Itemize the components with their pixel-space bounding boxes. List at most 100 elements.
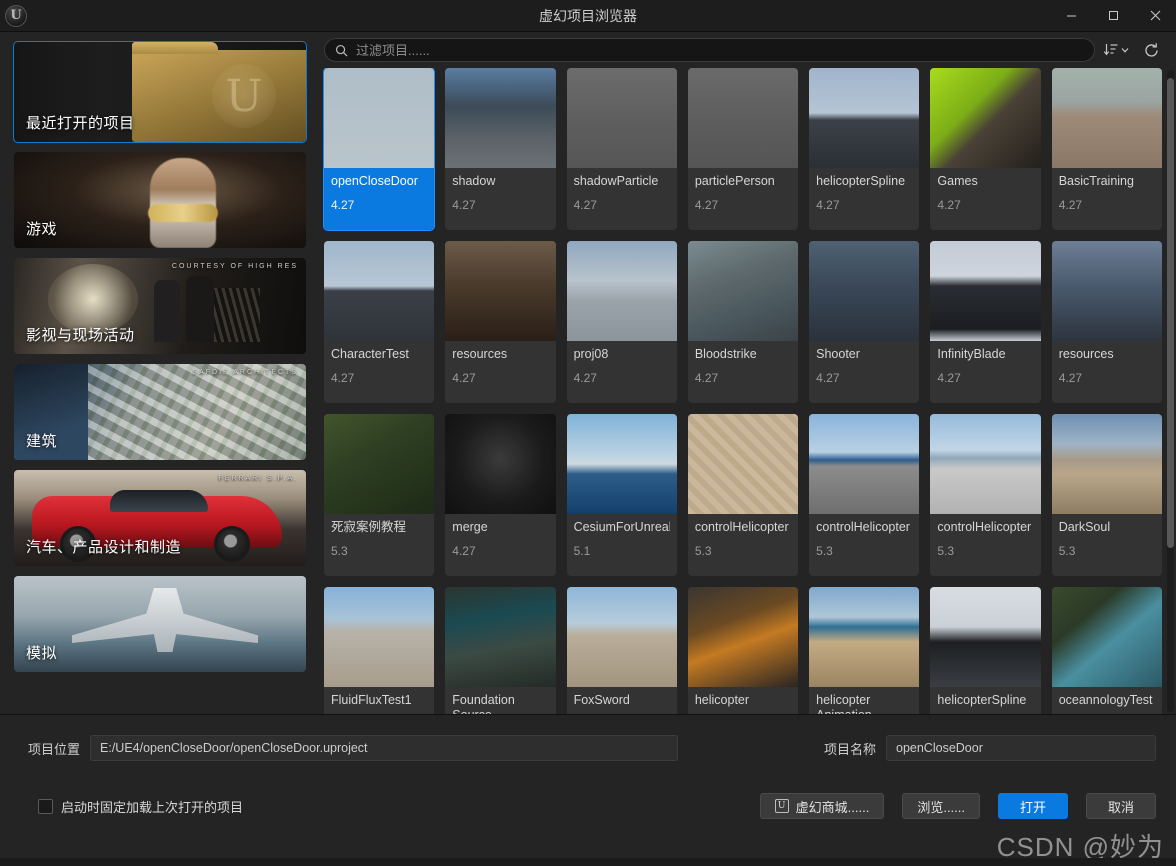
project-thumbnail: [809, 241, 920, 341]
cancel-button-label: 取消: [1107, 799, 1134, 815]
project-version: 4.27: [331, 371, 355, 385]
scrollbar-thumb[interactable]: [1167, 78, 1174, 548]
project-card[interactable]: controlHelicopter 5.3: [930, 414, 1041, 576]
project-version: 4.27: [937, 371, 961, 385]
project-card[interactable]: openCloseDoor 4.27: [322, 68, 436, 231]
project-card[interactable]: Shooter 4.27: [809, 241, 920, 403]
sidebar-category-2[interactable]: COURTESY OF HIGH RES 影视与现场活动: [14, 258, 306, 354]
project-name: InfinityBlade: [937, 347, 1006, 361]
project-card[interactable]: helicopter: [687, 587, 799, 714]
project-card[interactable]: helicopterSpline: [930, 587, 1041, 714]
project-card[interactable]: shadow 4.27: [445, 68, 556, 230]
project-card[interactable]: 死寂案例教程 5.3: [324, 414, 435, 576]
project-name: Bloodstrike: [694, 347, 757, 361]
project-thumbnail: [324, 414, 435, 514]
chevron-down-icon: [1121, 48, 1129, 53]
project-version: 4.27: [1058, 371, 1083, 385]
project-card[interactable]: InfinityBlade 4.27: [930, 241, 1041, 403]
category-thumb: [14, 364, 306, 460]
search-field[interactable]: [324, 38, 1095, 62]
sidebar-category-1[interactable]: 游戏: [14, 152, 306, 248]
browse-button[interactable]: 浏览......: [902, 793, 980, 819]
open-button[interactable]: 打开: [998, 793, 1068, 819]
project-location-field[interactable]: E:/UE4/openCloseDoor/openCloseDoor.uproj…: [90, 735, 679, 761]
project-version: 4.27: [694, 371, 719, 385]
project-name: helicopter Animation: [816, 693, 872, 714]
project-name: CharacterTest: [331, 347, 409, 361]
close-button[interactable]: [1134, 0, 1176, 32]
project-card[interactable]: Foundation Source: [445, 587, 556, 714]
project-card[interactable]: resources 4.27: [1051, 241, 1162, 403]
refresh-button[interactable]: [1138, 37, 1164, 63]
project-version: 4.27: [573, 371, 597, 385]
unreal-logo-glyph: U: [10, 8, 22, 23]
project-card[interactable]: oceannologyTest: [1051, 587, 1162, 714]
project-version: 4.27: [573, 198, 597, 212]
project-browser-window: U 虚幻项目浏览器 U 最近打开的项目 游戏 COURTESY OF HIGH RES…: [0, 0, 1176, 866]
sidebar-category-3[interactable]: SAFDIE ARCHITECTS 建筑: [14, 364, 306, 460]
minimize-button[interactable]: [1050, 0, 1092, 32]
project-card[interactable]: controlHelicopter 5.3: [687, 414, 799, 576]
project-thumbnail: [566, 241, 677, 341]
project-card[interactable]: Games 4.27: [930, 68, 1041, 230]
category-label: 汽车、产品设计和制造: [26, 539, 182, 556]
project-thumbnail: [809, 68, 920, 168]
project-name: shadow: [452, 174, 496, 188]
project-thumbnail: [930, 414, 1041, 514]
project-thumbnail: [930, 68, 1041, 168]
project-card[interactable]: particlePerson 4.27: [687, 68, 799, 230]
project-meta: particlePerson 4.27: [688, 168, 798, 230]
sidebar-category-0[interactable]: U 最近打开的项目: [13, 41, 307, 143]
project-name: resources: [452, 347, 508, 361]
project-thumbnail: [1051, 414, 1162, 514]
project-thumbnail: [1051, 68, 1162, 168]
project-card[interactable]: controlHelicopter 5.3: [809, 414, 920, 576]
browse-button-label: 浏览......: [917, 799, 965, 815]
project-card[interactable]: CesiumForUnrealSamples 5.1: [566, 414, 677, 576]
project-version: 5.3: [1058, 544, 1076, 558]
project-location-label: 项目位置: [28, 741, 81, 757]
sidebar-category-4[interactable]: FERRARI S.P.A. 汽车、产品设计和制造: [14, 470, 306, 566]
autoload-checkbox-wrap[interactable]: 启动时固定加载上次打开的项目: [38, 797, 243, 816]
project-meta: CesiumForUnrealSamples 5.1: [567, 514, 677, 576]
unreal-logo-icon: U: [5, 4, 27, 27]
category-label: 建筑: [26, 433, 58, 450]
project-meta: oceannologyTest: [1052, 687, 1162, 714]
project-card[interactable]: FluidFluxTest1: [324, 587, 435, 714]
project-card[interactable]: FoxSword: [566, 587, 677, 714]
project-name-field[interactable]: openCloseDoor: [886, 735, 1156, 761]
project-card[interactable]: proj08 4.27: [566, 241, 677, 403]
project-name: resources: [1058, 347, 1114, 361]
project-meta: Foundation Source: [445, 687, 555, 714]
project-card[interactable]: shadowParticle 4.27: [566, 68, 677, 230]
project-card[interactable]: merge 4.27: [445, 414, 556, 576]
maximize-button[interactable]: [1092, 0, 1134, 32]
project-thumbnail: [445, 414, 556, 514]
autoload-checkbox[interactable]: [38, 798, 53, 814]
sidebar-category-5[interactable]: 模拟: [14, 576, 306, 672]
project-thumbnail: [809, 587, 920, 687]
marketplace-button[interactable]: U 虚幻商城......: [759, 793, 885, 819]
project-meta: FoxSword: [567, 687, 677, 714]
project-meta: shadowParticle 4.27: [567, 168, 677, 230]
cancel-button[interactable]: 取消: [1086, 793, 1156, 819]
projects-scroll-area: openCloseDoor 4.27 shadow 4.27 shadowParticl…: [320, 68, 1176, 714]
projects-scrollbar[interactable]: [1167, 70, 1174, 712]
project-card[interactable]: resources 4.27: [445, 241, 556, 403]
project-name: helicopterSpline: [816, 174, 906, 188]
project-meta: 死寂案例教程 5.3: [324, 514, 434, 576]
refresh-icon: [1144, 42, 1158, 57]
project-card[interactable]: DarkSoul 5.3: [1051, 414, 1162, 576]
category-credit: SAFDIE ARCHITECTS: [192, 369, 298, 376]
search-input[interactable]: [356, 42, 1084, 58]
project-meta: helicopter Animation: [809, 687, 919, 714]
sort-button[interactable]: [1103, 42, 1130, 58]
project-card[interactable]: Bloodstrike 4.27: [687, 241, 799, 403]
project-card[interactable]: CharacterTest 4.27: [324, 241, 435, 403]
project-name: particlePerson: [694, 174, 775, 188]
category-label: 模拟: [26, 645, 58, 662]
project-card[interactable]: helicopter Animation: [809, 587, 920, 714]
project-card[interactable]: BasicTraining 4.27: [1051, 68, 1162, 230]
project-card[interactable]: helicopterSpline 4.27: [809, 68, 920, 230]
project-name: proj08: [573, 347, 609, 361]
